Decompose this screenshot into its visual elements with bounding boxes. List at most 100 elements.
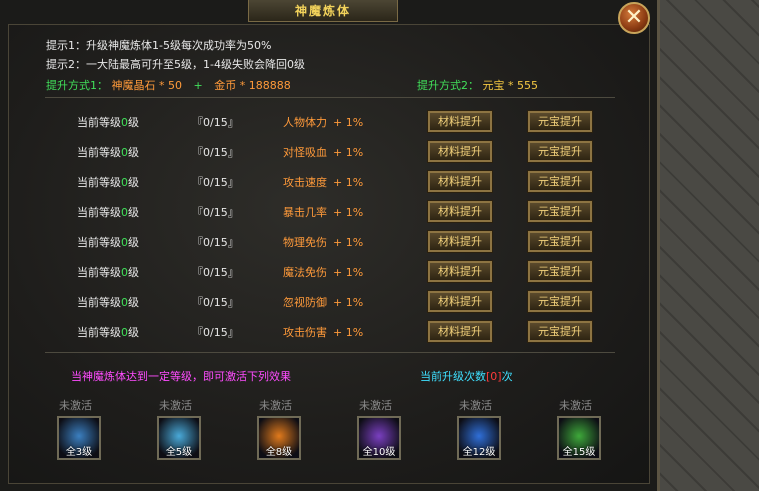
row-level-suffix: 级 xyxy=(128,146,139,159)
row-level-suffix: 级 xyxy=(128,116,139,129)
purple-ring-icon[interactable]: 全10级 xyxy=(357,416,401,460)
row-attribute-name: 物理免伤 xyxy=(283,236,327,249)
row-level-suffix: 级 xyxy=(128,266,139,279)
row-progress: 『0/15』 xyxy=(192,146,239,159)
row-progress: 『0/15』 xyxy=(192,326,239,339)
row-level-prefix: 当前等级 xyxy=(77,116,121,129)
row-level: 当前等级0级 xyxy=(77,324,139,340)
gold-upgrade-button[interactable]: 元宝提升 xyxy=(527,110,593,133)
reward-status: 未激活 xyxy=(359,399,392,412)
gold-upgrade-button[interactable]: 元宝提升 xyxy=(527,320,593,343)
gold-upgrade-button[interactable]: 元宝提升 xyxy=(527,230,593,253)
row-level-prefix: 当前等级 xyxy=(77,236,121,249)
hint-line-1: 提示1：升级神魔炼体1-5级每次成功率为50% xyxy=(46,39,272,52)
row-attribute: 人物体力 + 1% xyxy=(283,114,363,130)
row-level: 当前等级0级 xyxy=(77,174,139,190)
reward-label: 全5级 xyxy=(165,447,193,458)
reward-label: 全10级 xyxy=(362,447,396,458)
row-progress: 『0/15』 xyxy=(192,236,239,249)
row-attribute-name: 忽视防御 xyxy=(283,296,327,309)
reward-label: 全15级 xyxy=(562,447,596,458)
ice-burst-icon[interactable]: 全5级 xyxy=(157,416,201,460)
green-arm-icon[interactable]: 全15级 xyxy=(557,416,601,460)
reward-label: 全12级 xyxy=(462,447,496,458)
method-1-item-1: 神魔晶石 * 50 xyxy=(111,79,183,92)
reward-label: 全8级 xyxy=(265,447,293,458)
method-1-item-2: 金币 * 188888 xyxy=(214,79,291,92)
method-2-label: 提升方式2： xyxy=(417,79,479,92)
upgrade-count: 当前升级次数[0]次 xyxy=(420,368,513,384)
method-2: 提升方式2： 元宝 * 555 xyxy=(417,77,538,93)
upgrade-count-prefix: 当前升级次数 xyxy=(420,370,486,383)
row-level: 当前等级0级 xyxy=(77,114,139,130)
material-upgrade-button[interactable]: 材料提升 xyxy=(427,230,493,253)
material-upgrade-button[interactable]: 材料提升 xyxy=(427,290,493,313)
material-upgrade-button[interactable]: 材料提升 xyxy=(427,110,493,133)
row-attribute: 攻击速度 + 1% xyxy=(283,174,363,190)
refine-panel: 神魔炼体 ✕ 提示1：升级神魔炼体1-5级每次成功率为50% 提示2：一大陆最高… xyxy=(0,0,660,491)
row-attribute: 魔法免伤 + 1% xyxy=(283,264,363,280)
row-attribute-bonus: + 1% xyxy=(333,116,364,129)
row-attribute-name: 暴击几率 xyxy=(283,206,327,219)
row-progress: 『0/15』 xyxy=(192,206,239,219)
row-level-prefix: 当前等级 xyxy=(77,176,121,189)
row-progress: 『0/15』 xyxy=(192,266,239,279)
row-progress: 『0/15』 xyxy=(192,176,239,189)
row-level-prefix: 当前等级 xyxy=(77,266,121,279)
row-attribute-bonus: + 1% xyxy=(333,296,364,309)
upgrade-count-value: [0] xyxy=(486,370,502,383)
row-level-value: 0 xyxy=(121,296,128,309)
hint-line-2: 提示2：一大陆最高可升至5级，1-4级失败会降回0级 xyxy=(46,58,305,71)
row-attribute-bonus: + 1% xyxy=(333,206,364,219)
gold-upgrade-button[interactable]: 元宝提升 xyxy=(527,260,593,283)
row-level-value: 0 xyxy=(121,326,128,339)
reward-status: 未激活 xyxy=(559,399,592,412)
gold-upgrade-button[interactable]: 元宝提升 xyxy=(527,290,593,313)
row-level-value: 0 xyxy=(121,176,128,189)
gold-upgrade-button[interactable]: 元宝提升 xyxy=(527,200,593,223)
water-vortex-icon[interactable]: 全12级 xyxy=(457,416,501,460)
gold-upgrade-button[interactable]: 元宝提升 xyxy=(527,170,593,193)
row-attribute-bonus: + 1% xyxy=(333,236,364,249)
material-upgrade-button[interactable]: 材料提升 xyxy=(427,260,493,283)
reward-status: 未激活 xyxy=(59,399,92,412)
divider-bottom xyxy=(45,352,615,353)
row-level: 当前等级0级 xyxy=(77,144,139,160)
row-attribute-bonus: + 1% xyxy=(333,176,364,189)
row-attribute-bonus: + 1% xyxy=(333,146,364,159)
row-level-prefix: 当前等级 xyxy=(77,206,121,219)
material-upgrade-button[interactable]: 材料提升 xyxy=(427,200,493,223)
row-attribute-name: 魔法免伤 xyxy=(283,266,327,279)
game-background: 神魔炼体 ✕ 提示1：升级神魔炼体1-5级每次成功率为50% 提示2：一大陆最高… xyxy=(0,0,759,491)
row-level-value: 0 xyxy=(121,236,128,249)
upgrade-count-suffix: 次 xyxy=(501,370,513,383)
fire-figure-icon[interactable]: 全8级 xyxy=(257,416,301,460)
divider-top xyxy=(45,97,615,98)
material-upgrade-button[interactable]: 材料提升 xyxy=(427,170,493,193)
method-1-plus: + xyxy=(193,79,203,92)
window-title: 神魔炼体 xyxy=(248,0,398,22)
reward-label: 全3级 xyxy=(65,447,93,458)
row-progress: 『0/15』 xyxy=(192,116,239,129)
row-level-suffix: 级 xyxy=(128,326,139,339)
row-level-value: 0 xyxy=(121,266,128,279)
method-2-item: 元宝 * 555 xyxy=(482,79,539,92)
close-button[interactable]: ✕ xyxy=(618,2,650,34)
row-level-value: 0 xyxy=(121,206,128,219)
row-attribute-name: 对怪吸血 xyxy=(283,146,327,159)
blade-slash-icon[interactable]: 全3级 xyxy=(57,416,101,460)
material-upgrade-button[interactable]: 材料提升 xyxy=(427,140,493,163)
row-level-suffix: 级 xyxy=(128,206,139,219)
method-1-label: 提升方式1： xyxy=(46,79,108,92)
gold-upgrade-button[interactable]: 元宝提升 xyxy=(527,140,593,163)
reward-status: 未激活 xyxy=(259,399,292,412)
row-level-prefix: 当前等级 xyxy=(77,296,121,309)
row-level: 当前等级0级 xyxy=(77,294,139,310)
row-level-value: 0 xyxy=(121,146,128,159)
material-upgrade-button[interactable]: 材料提升 xyxy=(427,320,493,343)
row-attribute: 物理免伤 + 1% xyxy=(283,234,363,250)
row-attribute: 对怪吸血 + 1% xyxy=(283,144,363,160)
activate-hint: 当神魔炼体达到一定等级，即可激活下列效果 xyxy=(71,370,291,383)
row-level-prefix: 当前等级 xyxy=(77,146,121,159)
reward-status: 未激活 xyxy=(459,399,492,412)
